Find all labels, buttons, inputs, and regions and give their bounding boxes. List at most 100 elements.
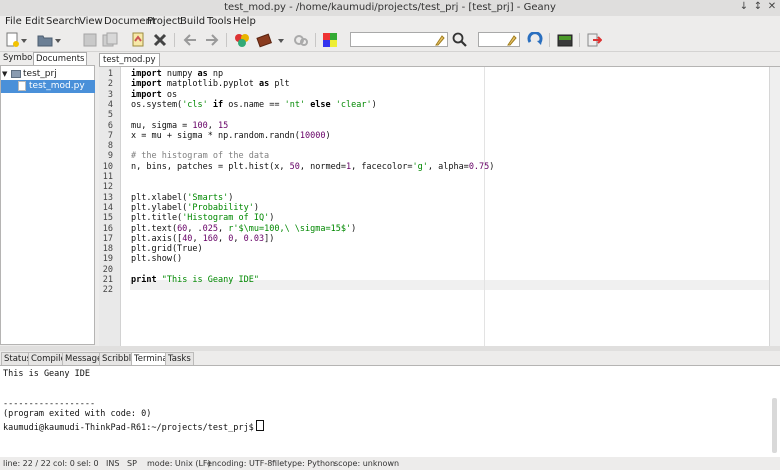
forward-icon[interactable] <box>204 32 220 48</box>
menu-help[interactable]: Help <box>233 16 256 27</box>
toolbar <box>0 29 780 52</box>
run-icon[interactable] <box>293 32 309 48</box>
terminal-prompt-line: kaumudi@kaumudi-ThinkPad-R61:~/projects/… <box>3 420 264 433</box>
tree-item-file-label: test_mod.py <box>29 81 85 91</box>
quit-icon[interactable] <box>586 32 602 48</box>
menu-file[interactable]: File <box>5 16 22 27</box>
panel-splitter[interactable] <box>0 346 780 351</box>
editor-tab[interactable]: test_mod.py <box>99 53 160 67</box>
line-number: 21 <box>102 275 113 285</box>
line-number: 3 <box>107 89 113 100</box>
documents-panel: ▼ test_prj test_mod.py <box>0 65 95 345</box>
code-editor[interactable]: 1 import numpy as np 2 import matplotlib.py… <box>99 66 780 346</box>
back-icon[interactable] <box>182 32 198 48</box>
code-line: plt.grid(True) <box>131 244 203 255</box>
status-scope: scope: unknown <box>334 459 400 468</box>
line-number: 15 <box>102 213 113 224</box>
line-number: 4 <box>107 99 113 110</box>
close-window-icon[interactable]: ✕ <box>766 1 778 12</box>
build-icon[interactable] <box>256 32 272 48</box>
menu-bar: File Edit Search View Document Project B… <box>0 16 780 29</box>
clear-goto-icon[interactable] <box>505 33 518 46</box>
line-number: 11 <box>102 172 113 182</box>
dropdown-icon[interactable] <box>54 32 62 48</box>
menu-tools[interactable]: Tools <box>207 16 232 27</box>
new-file-icon[interactable] <box>4 32 20 48</box>
status-encoding: encoding: UTF-8 <box>207 459 273 468</box>
code-line: os.system('cls' if os.name == 'nt' else … <box>131 99 377 110</box>
terminal-scrollbar[interactable] <box>772 398 777 453</box>
line-number: 16 <box>102 223 113 234</box>
code-line: x = mu + sigma * np.random.randn(10000) <box>131 130 331 141</box>
terminal-cursor <box>255 420 264 431</box>
long-line-marker <box>484 67 485 346</box>
save-icon[interactable] <box>82 32 98 48</box>
line-number: 12 <box>102 182 113 193</box>
clear-search-icon[interactable] <box>433 33 446 46</box>
code-line: import os <box>131 89 178 100</box>
line-number: 9 <box>107 151 113 162</box>
tree-item-file[interactable]: test_mod.py <box>1 80 95 93</box>
line-number: 6 <box>107 120 113 131</box>
line-number: 19 <box>102 254 113 265</box>
line-number: 13 <box>102 192 113 203</box>
menu-project[interactable]: Project <box>147 16 181 27</box>
open-folder-icon[interactable] <box>37 32 53 48</box>
menu-search[interactable]: Search <box>46 16 80 27</box>
terminal-line: (program exited with code: 0) <box>3 409 152 419</box>
close-icon[interactable] <box>152 32 168 48</box>
line-number: 8 <box>107 141 113 152</box>
menu-view[interactable]: View <box>79 16 103 27</box>
tab-documents[interactable]: Documents <box>33 52 88 65</box>
minimize-icon[interactable]: ↓ <box>738 1 750 12</box>
code-line: plt.ylabel('Probability') <box>131 202 259 213</box>
line-number: 1 <box>107 69 113 79</box>
code-line: plt.title('Histogram of IQ') <box>131 213 275 224</box>
compile-icon[interactable] <box>234 32 250 48</box>
search-icon[interactable] <box>452 32 468 48</box>
line-number: 18 <box>102 244 113 255</box>
terminal-prompt: kaumudi@kaumudi-ThinkPad-R61:~/projects/… <box>3 423 254 433</box>
code-line: import matplotlib.pyplot as plt <box>131 79 290 90</box>
maximize-icon[interactable]: ↕ <box>752 1 764 12</box>
fold-margin <box>121 67 130 346</box>
terminal-line: ------------------ <box>3 399 96 409</box>
line-number: 7 <box>107 130 113 141</box>
code-line: plt.show() <box>131 254 183 265</box>
terminal-icon[interactable] <box>557 32 573 48</box>
status-col: col: 0 <box>53 459 75 468</box>
code-line: plt.text(60, .025, r'$\mu=100,\ \sigma=1… <box>131 223 357 234</box>
status-ins: INS <box>106 459 120 468</box>
tab-tasks[interactable]: Tasks <box>165 352 194 365</box>
menu-edit[interactable]: Edit <box>25 16 44 27</box>
dropdown-icon[interactable] <box>277 32 285 48</box>
menu-build[interactable]: Build <box>180 16 205 27</box>
color-chooser-icon[interactable] <box>322 32 338 48</box>
terminal-line: This is Geany IDE <box>3 369 90 379</box>
editor-scrollbar[interactable] <box>769 67 780 346</box>
code-line: plt.xlabel('Smarts') <box>131 192 234 203</box>
status-bar: line: 22 / 22 col: 0 sel: 0 INS SP mode:… <box>0 457 780 470</box>
code-line: # the histogram of the data <box>131 151 270 162</box>
folder-icon <box>11 70 21 78</box>
status-filetype: filetype: Python <box>272 459 336 468</box>
code-line: plt.axis([40, 160, 0, 0.03]) <box>131 233 275 244</box>
line-number: 22 <box>102 285 113 296</box>
line-number: 10 <box>102 161 113 172</box>
title-bar: test_mod.py - /home/kaumudi/projects/tes… <box>0 0 780 17</box>
code-line: print "This is Geany IDE" <box>131 275 259 285</box>
terminal-panel[interactable]: This is Geany IDE ------------------ (pr… <box>0 365 780 457</box>
code-line: n, bins, patches = plt.hist(x, 50, norme… <box>131 161 495 172</box>
goto-line-icon[interactable] <box>527 32 543 48</box>
status-sel: sel: 0 <box>77 459 99 468</box>
line-number: 20 <box>102 264 113 275</box>
line-number: 17 <box>102 233 113 244</box>
file-icon <box>18 81 26 91</box>
dropdown-icon[interactable] <box>20 32 28 48</box>
line-number: 2 <box>107 79 113 90</box>
revert-icon[interactable] <box>130 32 146 48</box>
line-number: 14 <box>102 202 113 213</box>
status-line: line: 22 / 22 <box>3 459 51 468</box>
save-all-icon[interactable] <box>102 32 118 48</box>
sidebar-tabs: Symbols Documents <box>0 52 98 65</box>
